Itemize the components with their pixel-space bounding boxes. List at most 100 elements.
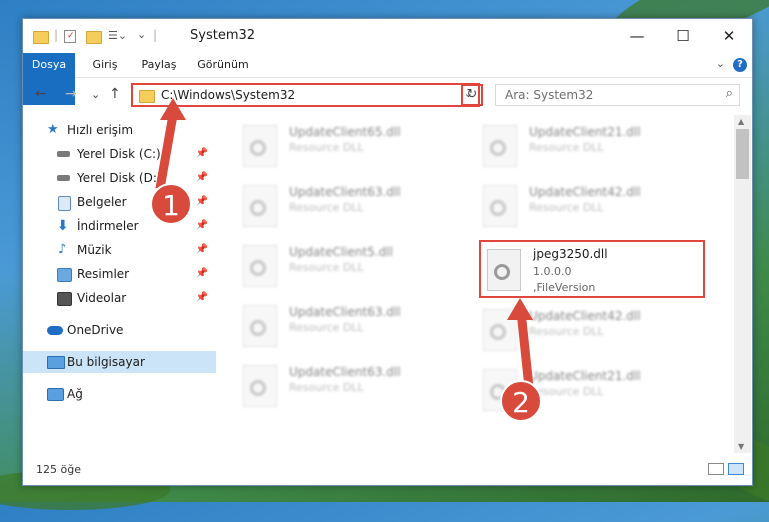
tab-paylas[interactable]: Paylaş — [137, 53, 181, 77]
music-icon: ♪ — [58, 242, 67, 257]
search-box[interactable]: Ara: System32 ⌕ — [495, 84, 740, 106]
pin-icon[interactable]: 📌 — [196, 191, 208, 213]
sidebar-item-label: Müzik — [77, 243, 112, 257]
close-button[interactable]: ✕ — [706, 19, 752, 53]
file-item[interactable]: UpdateClient63.dll Resource DLL — [243, 181, 463, 233]
sidebar-item-downloads[interactable]: ⬇ İndirmeler 📌 — [23, 215, 216, 237]
documents-icon — [58, 196, 71, 211]
sidebar-item-label: OneDrive — [67, 323, 124, 337]
details-view-icon[interactable] — [708, 463, 724, 475]
sidebar-item-network[interactable]: Ağ — [23, 383, 216, 405]
pin-icon[interactable]: 📌 — [196, 239, 208, 261]
file-name: UpdateClient63.dll — [289, 185, 401, 199]
tab-gorunum[interactable]: Görünüm — [195, 53, 251, 77]
dll-file-icon — [243, 365, 277, 407]
sidebar-item-this-pc[interactable]: Bu bilgisayar — [23, 351, 216, 373]
file-item[interactable]: UpdateClient42.dll Resource DLL — [483, 181, 703, 233]
file-name: UpdateClient42.dll — [529, 309, 641, 323]
sidebar-item-label: İndirmeler — [77, 219, 139, 233]
file-item[interactable]: UpdateClient63.dll Resource DLL — [243, 361, 463, 413]
drive-icon — [57, 151, 70, 157]
forward-button[interactable]: → — [65, 86, 77, 102]
sidebar-item-label: Bu bilgisayar — [67, 355, 145, 369]
customize-qa-icon[interactable]: ☰⌄ — [108, 29, 127, 42]
separator: | — [153, 28, 158, 42]
new-folder-icon[interactable] — [86, 31, 102, 44]
search-icon[interactable]: ⌕ — [726, 86, 733, 101]
help-icon[interactable]: ? — [733, 58, 747, 72]
pin-icon[interactable]: 📌 — [196, 263, 208, 285]
file-description: Resource DLL — [289, 141, 364, 154]
expand-ribbon-icon[interactable]: ⌄ — [716, 57, 725, 70]
pin-icon[interactable]: 📌 — [196, 167, 208, 189]
file-description: Resource DLL — [529, 201, 604, 214]
recent-locations-button[interactable]: ⌄ — [91, 88, 100, 101]
tiles-view-icon[interactable] — [728, 463, 744, 475]
sidebar-item-label: Videolar — [77, 291, 127, 305]
scroll-up-icon[interactable]: ▲ — [738, 117, 744, 126]
arrow-1-head — [160, 98, 186, 120]
file-item[interactable]: UpdateClient65.dll Resource DLL — [243, 121, 463, 173]
sidebar-item-onedrive[interactable]: OneDrive — [23, 319, 216, 341]
folder-icon[interactable] — [33, 31, 49, 44]
step-marker-2: 2 — [500, 380, 542, 422]
separator: | — [54, 28, 59, 42]
sidebar-item-label: Hızlı erişim — [67, 123, 134, 137]
videos-icon — [57, 292, 72, 306]
sidebar-item-quick-access[interactable]: ★ Hızlı erişim — [23, 119, 216, 141]
cloud-icon — [47, 326, 63, 335]
tab-giris[interactable]: Giriş — [85, 53, 125, 77]
scroll-down-icon[interactable]: ▼ — [738, 442, 744, 451]
file-description: Resource DLL — [289, 321, 364, 334]
dll-file-icon — [243, 185, 277, 227]
pin-icon[interactable]: 📌 — [196, 143, 208, 165]
navigation-pane: ★ Hızlı erişim Yerel Disk (C:) 📌 Yerel D… — [23, 115, 218, 453]
back-button[interactable]: ← — [35, 86, 47, 102]
refresh-button[interactable]: ↻ — [461, 84, 483, 106]
file-name: UpdateClient63.dll — [289, 365, 401, 379]
file-item[interactable]: UpdateClient5.dll Resource DLL — [243, 241, 463, 293]
file-description: Resource DLL — [529, 141, 604, 154]
file-name: UpdateClient42.dll — [529, 185, 641, 199]
sidebar-item-videos[interactable]: Videolar 📌 — [23, 287, 216, 309]
minimize-button[interactable]: — — [614, 19, 660, 53]
file-description: Resource DLL — [289, 201, 364, 214]
sidebar-item-label: Yerel Disk (D:) — [77, 171, 162, 185]
star-icon: ★ — [47, 122, 59, 137]
download-icon: ⬇ — [57, 218, 69, 234]
file-name: UpdateClient21.dll — [529, 369, 641, 383]
scrollbar-thumb[interactable] — [736, 129, 749, 179]
file-name: UpdateClient65.dll — [289, 125, 401, 139]
step-marker-1: 1 — [150, 183, 192, 225]
file-name: UpdateClient5.dll — [289, 245, 393, 259]
dll-file-icon — [483, 125, 517, 167]
computer-icon — [47, 356, 65, 369]
qa-dropdown-icon[interactable]: ⌄ — [137, 28, 146, 41]
pin-icon[interactable]: 📌 — [196, 215, 208, 237]
folder-icon — [139, 90, 155, 103]
dll-file-icon — [243, 245, 277, 287]
arrow-2-head — [507, 298, 533, 320]
file-name: UpdateClient63.dll — [289, 305, 401, 319]
properties-icon[interactable]: ✓ — [64, 30, 76, 43]
maximize-button[interactable]: ☐ — [660, 19, 706, 53]
highlight-box — [479, 240, 705, 298]
sidebar-item-label: Ağ — [67, 387, 83, 401]
title-bar: | ✓ ☰⌄ ⌄ | System32 — ☐ ✕ — [23, 19, 752, 53]
sidebar-item-local-disk-c[interactable]: Yerel Disk (C:) 📌 — [23, 143, 216, 165]
navigation-bar: ← → ⌄ ↑ C:\Windows\System32 ⌄ ↻ Ara: Sys… — [23, 78, 752, 114]
vertical-scrollbar[interactable]: ▲ ▼ — [734, 115, 751, 453]
file-name: UpdateClient21.dll — [529, 125, 641, 139]
sidebar-item-pictures[interactable]: Resimler 📌 — [23, 263, 216, 285]
sidebar-item-local-disk-d[interactable]: Yerel Disk (D:) 📌 — [23, 167, 216, 189]
explorer-window: | ✓ ☰⌄ ⌄ | System32 — ☐ ✕ Dosya Giriş Pa… — [22, 18, 753, 486]
up-button[interactable]: ↑ — [109, 86, 121, 102]
item-count: 125 öğe — [36, 463, 81, 476]
ribbon-tabs: Dosya Giriş Paylaş Görünüm ⌄ ? — [23, 53, 752, 105]
pin-icon[interactable]: 📌 — [196, 287, 208, 309]
file-item[interactable]: UpdateClient21.dll Resource DLL — [483, 121, 703, 173]
sidebar-item-music[interactable]: ♪ Müzik 📌 — [23, 239, 216, 261]
sidebar-item-label: Yerel Disk (C:) — [77, 147, 161, 161]
sidebar-item-label: Belgeler — [77, 195, 127, 209]
file-item[interactable]: UpdateClient63.dll Resource DLL — [243, 301, 463, 353]
